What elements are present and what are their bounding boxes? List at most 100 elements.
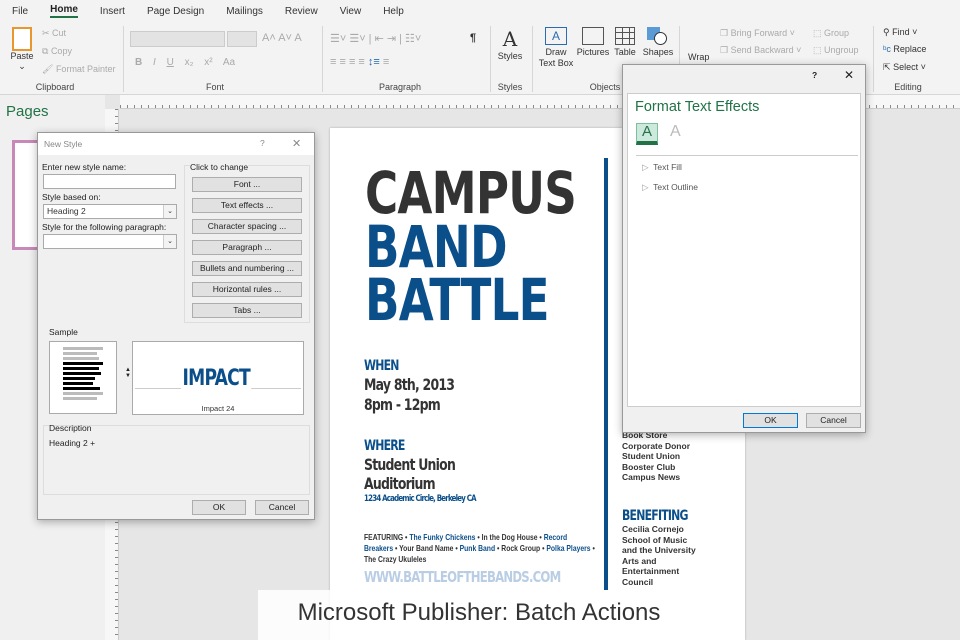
featuring-text: • Your Band Name • [393,543,460,553]
tab-file[interactable]: File [12,6,28,17]
group-button[interactable]: ⬚ Group [813,28,849,39]
description-box [43,425,310,495]
send-backward-button[interactable]: ❐ Send Backward ˅ [720,45,801,56]
description-label: Description [49,423,92,433]
address: 1234 Academic Circle, Berkeley CA [364,494,477,504]
featuring-text: • In the Dog House • [475,532,544,542]
band-name: Polka Players [546,543,591,553]
find-button[interactable]: ⚲ Find ˅ [883,27,917,38]
pictures-button[interactable]: Pictures [576,27,610,57]
replace-button[interactable]: ᵇc Replace [883,44,926,54]
divider-line [604,158,608,590]
ok-button[interactable]: OK [743,413,798,428]
tab-help[interactable]: Help [383,6,404,17]
text-effects-icon[interactable]: A [670,123,681,141]
chevron-down-icon: ⌄ [163,235,176,248]
description-text: Heading 2 + [49,438,96,448]
sponsor-list: Book Store Corporate Donor Student Union… [622,430,712,483]
bring-forward-button[interactable]: ❐ Bring Forward ˅ [720,28,795,39]
pane-title: Format Text Effects [635,99,760,115]
font-size-input[interactable] [227,31,257,47]
sample-font-label: Impact 24 [201,404,235,413]
tab-review[interactable]: Review [285,6,318,17]
following-style-select[interactable]: ⌄ [43,234,177,249]
dialog-titlebar: New Style ? ✕ [38,133,314,155]
ok-button[interactable]: OK [192,500,246,515]
based-on-select[interactable]: Heading 2 ⌄ [43,204,177,219]
pictures-icon [582,27,604,45]
style-name-label: Enter new style name: [42,162,127,172]
benefiting-text: Cecilia Cornejo School of Music and the … [622,524,696,587]
expand-icon: ▷ [642,162,649,172]
chevron-down-icon: ⌄ [163,205,176,218]
cut-button[interactable]: ✂ Cut [42,28,66,39]
featuring-list: FEATURING • The Funky Chickens • In the … [364,532,596,565]
style-name-input[interactable] [43,174,176,189]
text-effects-button[interactable]: Text effects ... [192,198,302,213]
text-outline-section[interactable]: ▷ Text Outline [642,182,698,193]
text-effects-pane: Format Text Effects A A ▷ Text Fill ▷ Te… [627,93,861,407]
tab-insert[interactable]: Insert [100,6,125,17]
tab-view[interactable]: View [340,6,362,17]
font-format-buttons[interactable]: B I U x₂ x² Aa [135,57,235,68]
bullets-numbering-button[interactable]: Bullets and numbering ... [192,261,302,276]
font-size-buttons[interactable]: A˄ A˅ A [262,32,302,44]
wrap-button[interactable]: Wrap [688,52,709,62]
font-button[interactable]: Font ... [192,177,302,192]
following-label: Style for the following paragraph: [42,222,167,232]
ribbon-tabs: File Home Insert Page Design Mailings Re… [0,0,960,22]
sample-text: IMPACT [181,366,252,391]
format-text-effects-dialog: ? ✕ Format Text Effects A A ▷ Text Fill … [622,64,866,433]
format-painter-button[interactable]: 🖌 Format Painter [42,64,115,75]
close-button[interactable]: ✕ [844,68,854,82]
sample-label: Sample [49,327,78,337]
pages-title: Pages [6,103,49,120]
cursor-icon: ⇱ [883,62,891,72]
event-date: May 8th, 2013 [364,375,455,394]
ungroup-button[interactable]: ⬚ Ungroup [813,45,859,56]
close-button[interactable]: ✕ [292,137,301,150]
venue-line-2: Auditorium [364,474,436,493]
featuring-text: FEATURING • [364,532,410,542]
tabs-button[interactable]: Tabs ... [192,303,302,318]
help-button[interactable]: ? [812,70,817,80]
select-button[interactable]: ⇱ Select ˅ [883,62,926,73]
benefiting-heading: BENEFITING [622,508,689,524]
text-box-icon: A [545,27,567,45]
character-spacing-button[interactable]: Character spacing ... [192,219,302,234]
text-fill-outline-icon[interactable]: A [636,123,658,145]
paste-icon [12,27,32,51]
paste-button[interactable]: Paste ⌄ [8,27,36,72]
event-time: 8pm - 12pm [364,395,441,414]
list-buttons[interactable]: ☰˅ ☰˅ | ⇤ ⇥ | ☷˅ [330,32,421,45]
objects-group-label: Objects [589,82,621,92]
copy-button[interactable]: ⧉ Copy [42,46,72,57]
sponsor: Corporate Donor [622,440,690,451]
styles-icon: A [502,27,518,51]
tab-page-design[interactable]: Page Design [147,6,204,17]
featuring-text: • Rock Group • [495,543,547,553]
font-name-input[interactable] [130,31,225,47]
cancel-button[interactable]: Cancel [255,500,309,515]
sample-preview: IMPACT Impact 24 [132,341,304,415]
paragraph-button[interactable]: Paragraph ... [192,240,302,255]
based-on-label: Style based on: [42,192,101,202]
shapes-button[interactable]: Shapes [640,27,676,57]
caption-banner: Microsoft Publisher: Batch Actions [258,590,700,640]
where-heading: WHERE [364,438,405,454]
alignment-buttons[interactable]: ≡ ≡ ≡ ≡ ↕≡ ≡ [330,56,389,68]
table-button[interactable]: Table [612,27,638,57]
show-formatting-button[interactable]: ¶ [470,32,476,44]
expand-icon: ▷ [642,182,649,192]
tab-home[interactable]: Home [50,4,78,18]
title-line-1: CAMPUS [365,159,577,227]
table-icon [615,27,635,45]
scroll-arrows[interactable]: ▲ ▼ [125,367,131,379]
tab-mailings[interactable]: Mailings [226,6,263,17]
horizontal-rules-button[interactable]: Horizontal rules ... [192,282,302,297]
cancel-button[interactable]: Cancel [806,413,861,428]
styles-button[interactable]: A Styles [495,27,525,61]
text-fill-section[interactable]: ▷ Text Fill [642,162,682,173]
draw-text-box-button[interactable]: A Draw Text Box [538,27,574,69]
help-button[interactable]: ? [260,138,265,148]
